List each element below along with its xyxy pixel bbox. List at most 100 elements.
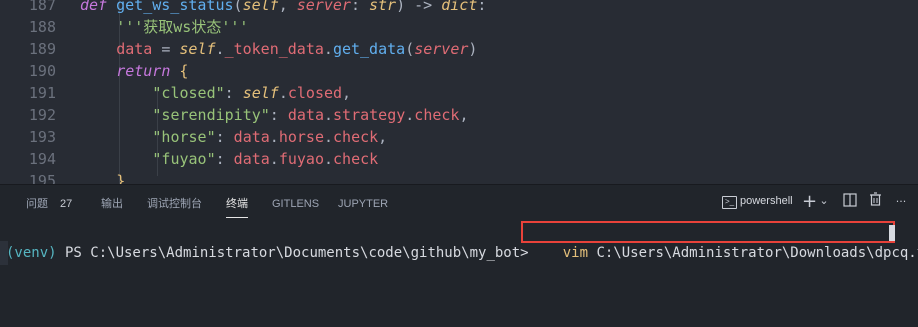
split-terminal-button[interactable] (842, 192, 858, 212)
panel-tab-bar: 问题 27 输出 调试控制台 终端 GITLENS JUPYTER >_ powe… (0, 185, 918, 221)
kill-terminal-button[interactable] (867, 192, 883, 212)
code-token: server (296, 0, 351, 14)
line-number: 190 (28, 62, 56, 80)
code-token: self (242, 84, 279, 102)
code-token: dict (441, 0, 478, 14)
code-text: '''获取ws状态''' (116, 16, 248, 38)
code-text: } (116, 170, 125, 184)
code-token: ( (405, 40, 415, 58)
code-line[interactable]: 188 '''获取ws状态''' (0, 16, 918, 38)
line-number: 195 (28, 172, 56, 184)
code-token: strategy (333, 106, 406, 124)
code-editor[interactable]: 187 def get_ws_status(self, server: str) … (0, 0, 918, 184)
code-token: , (378, 128, 388, 146)
code-token: } (116, 172, 126, 184)
bottom-panel: 问题 27 输出 调试控制台 终端 GITLENS JUPYTER >_ powe… (0, 184, 918, 327)
terminal-cursor (889, 225, 895, 241)
code-token: . (405, 106, 415, 124)
code-token: : (350, 0, 369, 14)
line-number: 194 (28, 150, 56, 168)
code-text: "closed": self.closed, (152, 82, 351, 104)
code-token: fuyao (278, 150, 324, 168)
tab-label: GITLENS (272, 198, 320, 210)
code-line[interactable]: 193 "horse": data.horse.check, (0, 126, 918, 148)
code-line[interactable]: 187 def get_ws_status(self, server: str) … (0, 0, 918, 16)
code-token: . (323, 128, 334, 146)
tab-output[interactable]: 输出 (101, 197, 123, 213)
tab-label: 调试控制台 (147, 198, 202, 210)
venv-indicator: (venv) (6, 245, 57, 261)
code-token: check (333, 128, 379, 146)
code-text: "serendipity": data.strategy.check, (152, 104, 468, 126)
code-token: check (414, 106, 460, 124)
code-token: return (116, 62, 171, 80)
code-token: "serendipity" (152, 106, 270, 124)
code-line[interactable]: 191 "closed": self.closed, (0, 82, 918, 104)
problems-count-badge: 27 (60, 198, 73, 210)
split-icon (843, 193, 857, 207)
code-token: self (242, 0, 279, 14)
tab-label: 输出 (101, 198, 123, 210)
code-token: self (179, 40, 216, 58)
command-keyword: vim (562, 245, 589, 261)
highlight-box (521, 221, 895, 243)
code-token: ) (468, 40, 478, 58)
tab-label: JUPYTER (338, 198, 389, 210)
code-token: : (215, 150, 234, 168)
code-token: "closed" (152, 84, 225, 102)
tab-terminal[interactable]: 终端 (226, 197, 248, 218)
tab-gitlens[interactable]: GITLENS (272, 197, 319, 213)
code-token: closed (287, 84, 343, 102)
line-number: 189 (28, 40, 56, 58)
chevron-down-icon[interactable]: ⌄ (818, 191, 830, 211)
tab-debug-console[interactable]: 调试控制台 (147, 197, 202, 213)
code-token: , (342, 84, 352, 102)
tab-label: 终端 (226, 198, 248, 210)
code-token: . (323, 106, 334, 124)
code-line[interactable]: 194 "fuyao": data.fuyao.check (0, 148, 918, 170)
terminal-name[interactable]: powershell (740, 195, 793, 207)
code-token: data (116, 40, 153, 58)
line-number: 192 (28, 106, 56, 124)
code-token: str (369, 0, 397, 14)
more-actions-icon[interactable]: ··· (893, 192, 909, 212)
tab-problems[interactable]: 问题 27 (26, 197, 72, 213)
code-token: . (269, 150, 279, 168)
code-line[interactable]: 195} (0, 170, 918, 184)
prompt-path: PS C:\Users\Administrator\Documents\code… (56, 245, 538, 261)
code-text: data = self._token_data.get_data(server) (116, 38, 477, 60)
code-token: = (152, 40, 180, 58)
code-token: . (323, 40, 333, 58)
code-token: . (278, 84, 288, 102)
code-line[interactable]: 190 return { (0, 60, 918, 82)
code-line[interactable]: 189 data = self._token_data.get_data(serv… (0, 38, 918, 60)
terminal-icon: >_ (722, 196, 737, 209)
tab-jupyter[interactable]: JUPYTER (338, 197, 388, 213)
code-token: def (80, 0, 117, 14)
trash-icon (869, 192, 881, 206)
code-text: "horse": data.horse.check, (152, 126, 387, 148)
add-terminal-button[interactable]: + (802, 192, 817, 212)
code-line[interactable]: 192 "serendipity": data.strategy.check, (0, 104, 918, 126)
code-token: ( (233, 0, 243, 14)
code-token: , (459, 106, 469, 124)
code-token: horse (278, 128, 324, 146)
code-token: { (179, 62, 189, 80)
code-text: def get_ws_status(self, server: str) -> … (80, 0, 486, 16)
code-token: "horse" (152, 128, 216, 146)
command-argument: C:\Users\Administrator\Downloads\dpcq.tx… (588, 245, 918, 261)
code-token: . (269, 128, 279, 146)
terminal-prompt: (venv) PS C:\Users\Administrator\Documen… (6, 243, 537, 263)
code-token: data (287, 106, 324, 124)
code-token: check (333, 150, 379, 168)
line-number: 188 (28, 18, 56, 36)
code-token: data (233, 150, 270, 168)
line-number: 191 (28, 84, 56, 102)
code-token: ) -> (396, 0, 442, 14)
code-token: _token_data (224, 40, 324, 58)
code-token: server (414, 40, 469, 58)
line-number: 193 (28, 128, 56, 146)
code-token: : (269, 106, 288, 124)
code-token: get_ws_status (116, 0, 234, 14)
code-token: : (215, 128, 234, 146)
